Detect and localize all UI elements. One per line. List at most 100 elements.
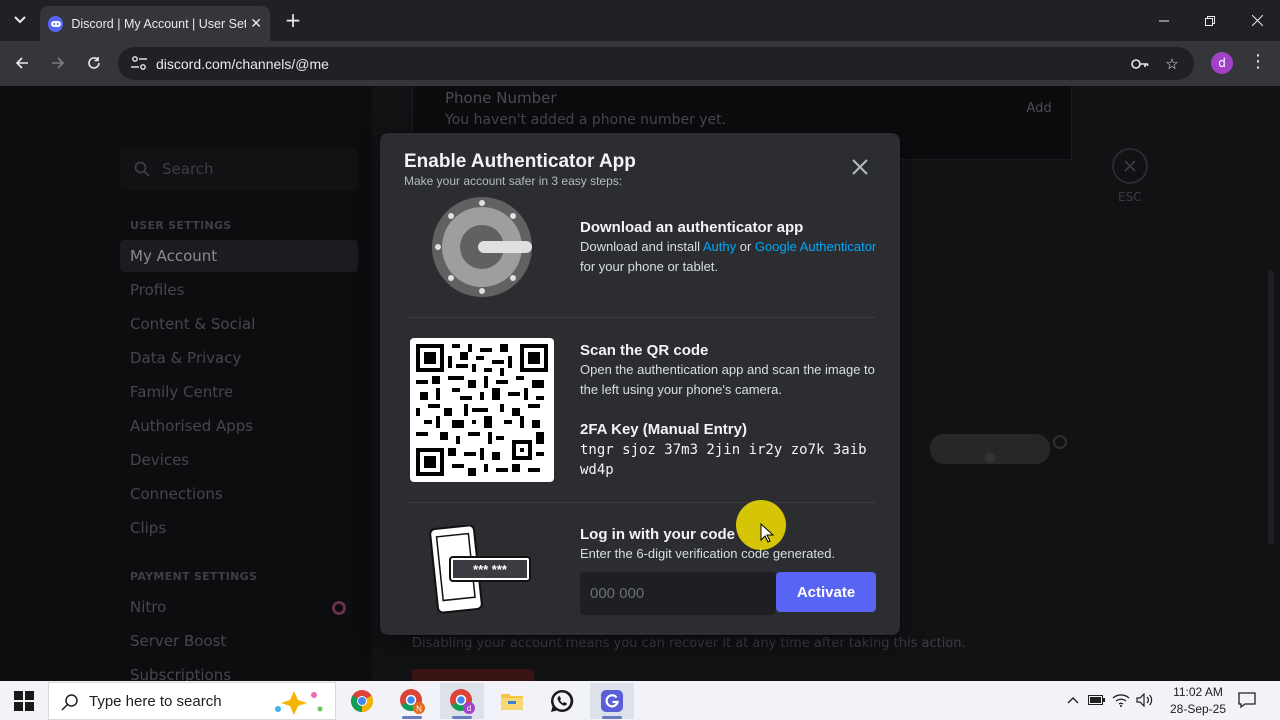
notification-icon[interactable] xyxy=(1238,691,1256,709)
reload-button[interactable] xyxy=(82,51,106,75)
divider xyxy=(406,502,876,503)
minimize-icon xyxy=(1159,20,1169,21)
search-placeholder: Search xyxy=(162,160,214,178)
windows-taskbar: Type here to search N d 11:02 AM 28-Sep-… xyxy=(0,681,1280,720)
step2-text: Open the authentication app and scan the… xyxy=(580,362,875,397)
sidebar-item-server-boost[interactable]: Server Boost xyxy=(120,625,358,657)
profile-avatar[interactable]: d xyxy=(1211,52,1233,74)
sidebar-item-data-privacy[interactable]: Data & Privacy xyxy=(120,342,358,374)
chevron-down-icon xyxy=(14,16,26,24)
restore-icon xyxy=(1205,15,1215,26)
svg-text:N: N xyxy=(416,705,422,714)
taskbar-clock[interactable]: 11:02 AM 28-Sep-25 xyxy=(1160,684,1236,718)
battery-icon[interactable] xyxy=(1088,691,1106,709)
user-settings-header: USER SETTINGS xyxy=(130,219,232,232)
password-key-icon[interactable] xyxy=(1131,56,1149,72)
back-button[interactable] xyxy=(10,51,34,75)
clock-date: 28-Sep-25 xyxy=(1169,702,1227,716)
step1-text-after: for your phone or tablet. xyxy=(580,259,719,274)
tab-title: Discord | My Account | User Settings xyxy=(71,16,247,31)
verification-code-input[interactable] xyxy=(580,572,776,615)
2fa-key-value[interactable]: tngr sjoz 37m3 2jin ir2y zo7k 3aib wd4p xyxy=(580,440,880,480)
browser-tab[interactable]: Discord | My Account | User Settings ✕ xyxy=(40,6,270,41)
sidebar-item-profiles[interactable]: Profiles xyxy=(120,274,358,306)
taskbar-chrome-profile-n[interactable]: N xyxy=(390,683,434,719)
close-icon xyxy=(852,159,868,175)
settings-search-input[interactable]: Search xyxy=(120,148,358,190)
bookmark-star-icon[interactable]: ☆ xyxy=(1163,55,1181,73)
qr-code xyxy=(410,338,554,482)
minimize-button[interactable] xyxy=(1141,0,1187,41)
sidebar-item-authorised-apps[interactable]: Authorised Apps xyxy=(120,410,358,442)
taskbar-chrome-profile-d[interactable]: d xyxy=(440,683,484,719)
back-arrow-icon xyxy=(15,57,28,69)
step1-title: Download an authenticator app xyxy=(580,219,804,236)
windows-start-icon[interactable] xyxy=(14,691,34,711)
wifi-icon[interactable] xyxy=(1112,691,1130,709)
modal-close-button[interactable] xyxy=(848,155,872,179)
url-text: discord.com/channels/@me xyxy=(156,55,329,72)
disable-account-button[interactable] xyxy=(412,669,534,681)
add-phone-button[interactable]: Add xyxy=(1009,92,1069,124)
sidebar-item-clips[interactable]: Clips xyxy=(120,512,358,544)
new-tab-button[interactable]: + xyxy=(282,8,304,32)
folder-icon xyxy=(501,694,523,710)
running-indicator xyxy=(452,716,472,719)
close-window-button[interactable] xyxy=(1234,0,1280,41)
sidebar-item-content-social[interactable]: Content & Social xyxy=(120,308,358,340)
modal-subtitle: Make your account safer in 3 easy steps: xyxy=(404,174,623,188)
scrollbar[interactable] xyxy=(1268,270,1274,545)
step3-title: Log in with your code xyxy=(580,526,735,543)
authy-link[interactable]: Authy xyxy=(703,239,736,254)
2fa-key-title: 2FA Key (Manual Entry) xyxy=(580,421,747,438)
taskbar-chrome[interactable] xyxy=(340,683,384,719)
forward-arrow-icon xyxy=(52,57,65,69)
tab-search-button[interactable] xyxy=(8,8,32,32)
google-authenticator-logo-icon xyxy=(432,197,532,297)
reload-icon xyxy=(88,57,100,69)
taskbar-app-g[interactable] xyxy=(590,683,634,719)
mouse-cursor-icon xyxy=(760,523,774,543)
browser-tab-bar: Discord | My Account | User Settings ✕ + xyxy=(0,0,1280,41)
settings-sidebar: Search USER SETTINGS My Account Profiles… xyxy=(0,86,372,681)
chrome-profile-icon: d xyxy=(450,689,475,714)
sidebar-item-connections[interactable]: Connections xyxy=(120,478,358,510)
site-info-icon[interactable] xyxy=(130,55,148,71)
qr-code-image xyxy=(416,344,548,476)
nitro-badge-icon xyxy=(332,601,346,615)
phone-number-label: Phone Number xyxy=(445,89,557,107)
whatsapp-icon xyxy=(551,689,574,712)
sidebar-item-devices[interactable]: Devices xyxy=(120,444,358,476)
volume-icon[interactable] xyxy=(1136,691,1154,709)
running-indicator xyxy=(602,716,622,719)
discord-favicon-icon xyxy=(48,15,64,32)
esc-label: ESC xyxy=(1118,190,1142,204)
activate-button[interactable]: Activate xyxy=(776,572,876,612)
address-bar[interactable]: discord.com/channels/@me ☆ xyxy=(118,47,1194,80)
close-settings-button[interactable] xyxy=(1112,148,1148,184)
app-g-icon xyxy=(601,690,623,712)
search-icon xyxy=(61,694,78,711)
show-hidden-icons-button[interactable] xyxy=(1064,691,1082,709)
taskbar-file-explorer[interactable] xyxy=(490,683,534,719)
phone-art-code: *** *** xyxy=(473,562,508,577)
sidebar-item-subscriptions[interactable]: Subscriptions xyxy=(120,659,358,681)
browser-menu-icon[interactable]: ⋮ xyxy=(1248,51,1268,72)
sidebar-item-family-centre[interactable]: Family Centre xyxy=(120,376,358,408)
sidebar-item-nitro[interactable]: Nitro xyxy=(120,591,358,623)
running-indicator xyxy=(402,716,422,719)
clock-time: 11:02 AM xyxy=(1173,685,1223,699)
taskbar-search-box[interactable]: Type here to search xyxy=(48,682,336,720)
sidebar-item-my-account[interactable]: My Account xyxy=(120,240,358,272)
restore-button[interactable] xyxy=(1187,0,1233,41)
disable-account-text: Disabling your account means you can rec… xyxy=(412,636,966,651)
taskbar-whatsapp[interactable] xyxy=(540,683,584,719)
payment-settings-header: PAYMENT SETTINGS xyxy=(130,570,258,583)
forward-button[interactable] xyxy=(46,51,70,75)
chrome-profile-icon: N xyxy=(400,689,425,714)
step1-text-before: Download and install xyxy=(580,239,703,254)
chevron-up-icon xyxy=(1067,697,1079,704)
google-authenticator-link[interactable]: Google Authenticator xyxy=(755,239,876,254)
phone-number-status: You haven't added a phone number yet. xyxy=(445,112,727,128)
tab-close-icon[interactable]: ✕ xyxy=(250,16,262,32)
